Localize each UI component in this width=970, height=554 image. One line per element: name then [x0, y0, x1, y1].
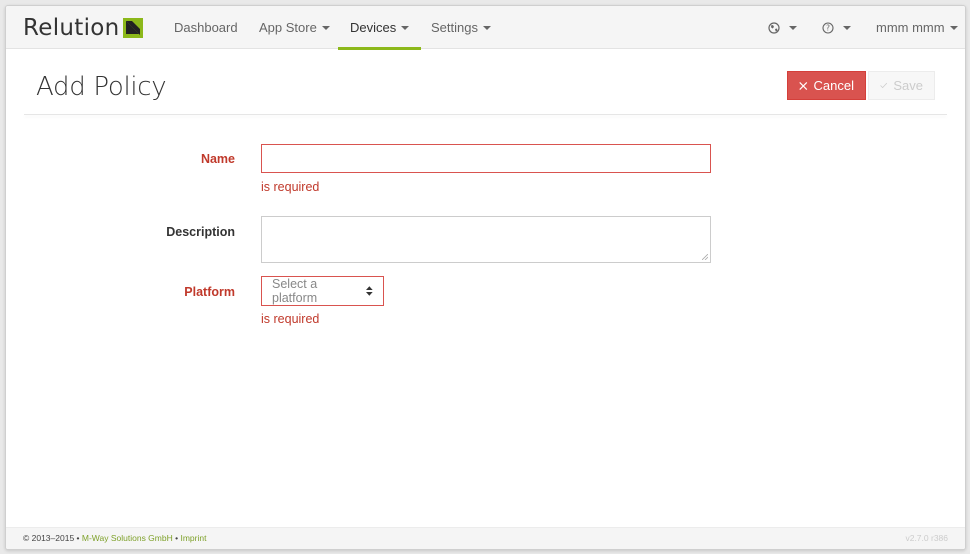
- nav-settings[interactable]: Settings: [431, 6, 491, 49]
- chevron-down-icon: [482, 25, 491, 30]
- sort-updown-icon: [366, 286, 373, 296]
- nav-devices[interactable]: Devices: [337, 6, 422, 50]
- close-icon: [799, 81, 808, 90]
- platform-select[interactable]: Select a platform: [261, 276, 384, 306]
- name-label: Name: [200, 152, 235, 166]
- brand-name: Relution: [23, 15, 120, 41]
- nav-dashboard-label: Dashboard: [174, 20, 238, 35]
- help-icon: ?: [822, 22, 834, 34]
- nav-app-store-label: App Store: [259, 20, 317, 35]
- description-textarea[interactable]: [261, 216, 711, 263]
- platform-error: is required: [261, 312, 320, 326]
- footer-links: © 2013–2015 • M-Way Solutions GmbH • Imp…: [23, 528, 206, 549]
- save-label: Save: [893, 78, 923, 93]
- save-button[interactable]: Save: [868, 71, 935, 100]
- resize-grip-icon[interactable]: [702, 254, 708, 260]
- nav-dashboard[interactable]: Dashboard: [174, 6, 238, 49]
- help-menu[interactable]: ?: [822, 6, 851, 49]
- user-menu[interactable]: mmm mmm: [876, 6, 958, 49]
- cancel-button[interactable]: Cancel: [787, 71, 866, 100]
- chevron-down-icon: [321, 25, 330, 30]
- header-divider: [24, 114, 947, 115]
- chevron-down-icon: [401, 25, 410, 30]
- page-title: Add Policy: [36, 72, 167, 102]
- version-text: v2.7.0 r386: [905, 533, 948, 543]
- platform-label: Platform: [184, 285, 235, 299]
- globe-icon: [768, 21, 780, 34]
- language-menu[interactable]: [768, 6, 797, 49]
- logo-mark-icon: [122, 18, 143, 38]
- nav-devices-label: Devices: [350, 20, 397, 35]
- top-navbar: Relution Dashboard App Store Devices Set…: [6, 6, 965, 50]
- name-input[interactable]: [261, 144, 711, 173]
- description-label: Description: [166, 225, 235, 239]
- app-window: Relution Dashboard App Store Devices Set…: [5, 5, 966, 550]
- platform-placeholder: Select a platform: [272, 277, 318, 305]
- chevron-down-icon: [949, 25, 958, 30]
- check-icon: [880, 82, 888, 89]
- chevron-down-icon: [843, 25, 851, 30]
- page-footer: © 2013–2015 • M-Way Solutions GmbH • Imp…: [6, 527, 965, 549]
- copyright-text: © 2013–2015 •: [23, 533, 80, 543]
- relution-logo[interactable]: Relution: [23, 15, 143, 41]
- svg-text:?: ?: [826, 23, 830, 32]
- footer-separator: •: [175, 533, 179, 543]
- nav-settings-label: Settings: [431, 20, 478, 35]
- name-error: is required: [261, 180, 320, 194]
- imprint-link[interactable]: Imprint: [180, 533, 206, 543]
- user-name: mmm mmm: [876, 20, 945, 35]
- nav-app-store[interactable]: App Store: [259, 6, 330, 49]
- company-link[interactable]: M-Way Solutions GmbH: [82, 533, 173, 543]
- chevron-down-icon: [789, 25, 797, 30]
- cancel-label: Cancel: [813, 78, 854, 93]
